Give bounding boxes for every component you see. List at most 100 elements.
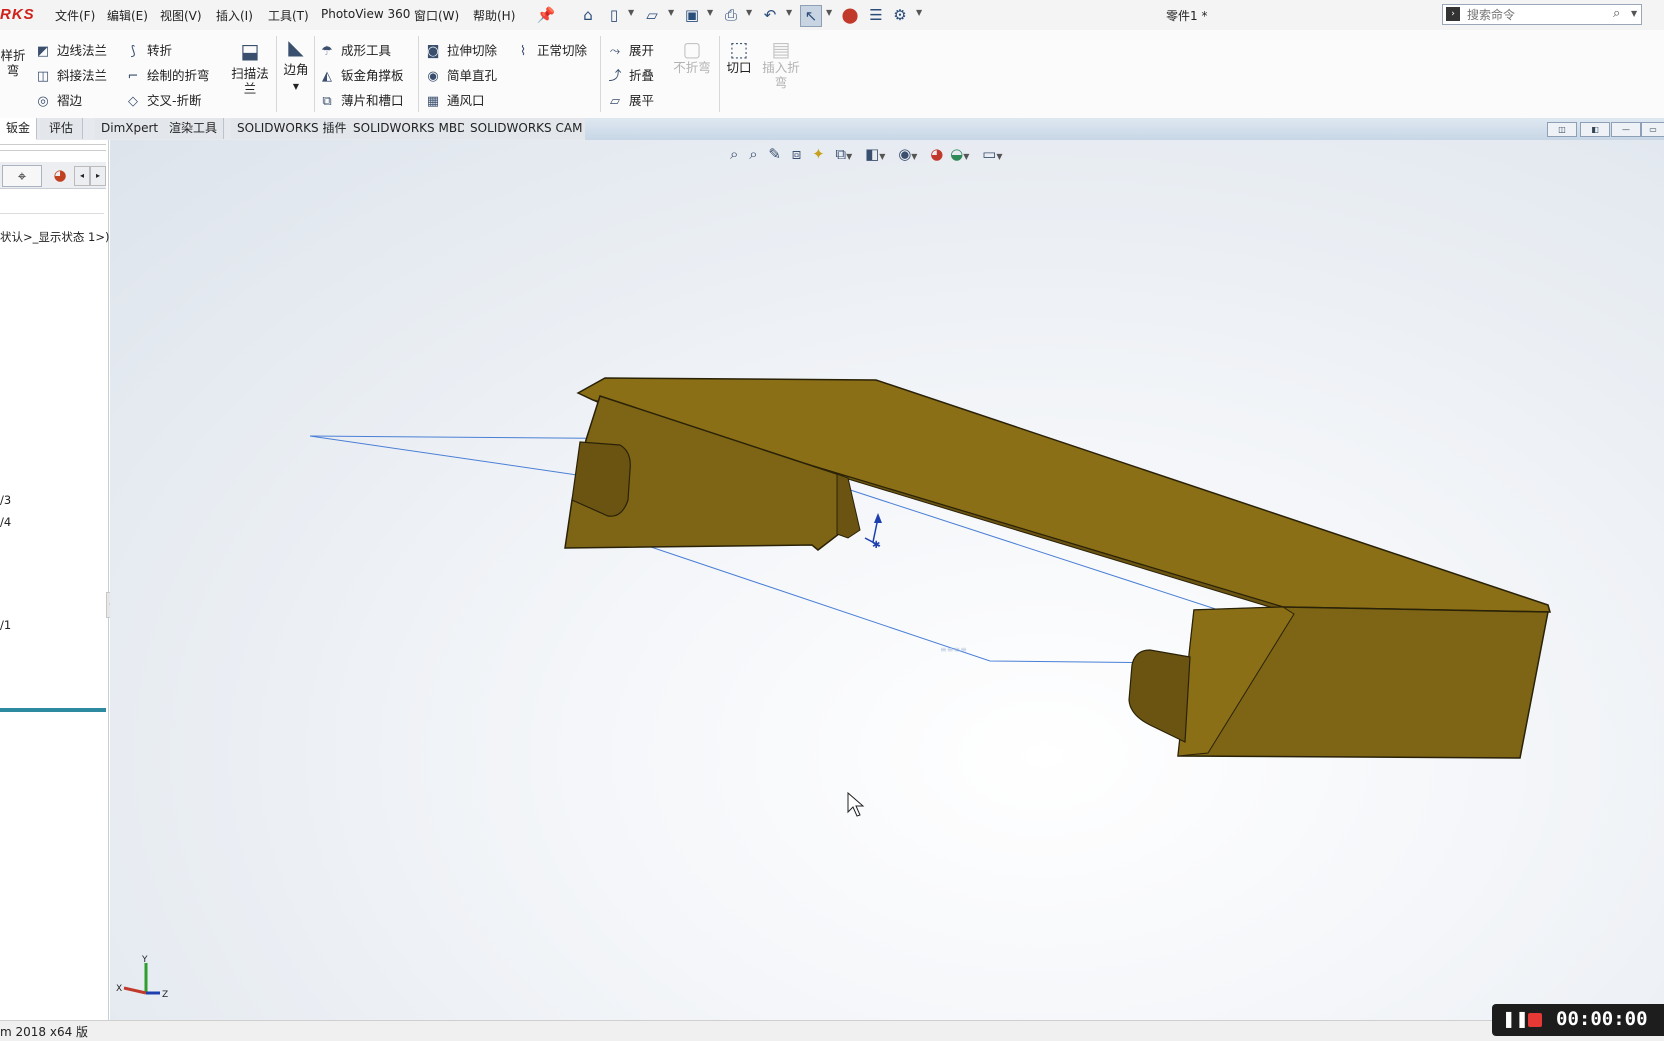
chevron-down-icon[interactable]: ▼ bbox=[1631, 9, 1637, 18]
stop-record-icon[interactable] bbox=[1528, 1013, 1542, 1027]
tab-solidworks-addins[interactable]: SOLIDWORKS 插件 bbox=[231, 118, 354, 139]
home-icon[interactable]: ⌂ bbox=[578, 5, 598, 25]
swept-flange-label-2: 兰 bbox=[243, 81, 257, 96]
ribbon-separator bbox=[600, 36, 601, 112]
triad-y-label: Y bbox=[141, 955, 148, 965]
graphics-area[interactable]: ⌕ ⌕ ✎ ⧈ ✦ ⧉▼ ◧▼ ◉▼ ◕ ◒▼ ▭▼ ✱ ≡≡≡≡ Y X Z bbox=[110, 140, 1664, 1020]
tab-solidworks-cam[interactable]: SOLIDWORKS CAM bbox=[464, 118, 590, 139]
no-bends-button[interactable]: ▢ 不折弯 bbox=[670, 39, 714, 75]
right-hem[interactable] bbox=[1128, 649, 1191, 743]
save-icon[interactable]: ▣ bbox=[682, 5, 702, 25]
cross-break-button[interactable]: ◇ 交叉-折断 bbox=[124, 90, 202, 111]
filter-bar[interactable] bbox=[0, 189, 104, 214]
lofted-bend-label-1: 样折 bbox=[0, 48, 26, 63]
pause-icon[interactable]: ❚❚ bbox=[1502, 1009, 1529, 1028]
hem-icon: ◎ bbox=[37, 93, 49, 109]
display-manager-tab-icon[interactable]: ◕ bbox=[46, 165, 74, 185]
plane-ghost-label: ≡≡≡≡ bbox=[940, 645, 967, 654]
tab-solidworks-mbd[interactable]: SOLIDWORKS MBD bbox=[347, 118, 474, 139]
simple-hole-button[interactable]: ◉ 简单直孔 bbox=[424, 65, 497, 86]
search-input[interactable] bbox=[1465, 6, 1609, 24]
sketched-bend-icon: ⌐ bbox=[127, 68, 139, 84]
miter-flange-button[interactable]: ◫ 斜接法兰 bbox=[34, 65, 107, 86]
file-properties-icon[interactable]: ☰ bbox=[866, 5, 886, 25]
sheet-metal-gusset-button[interactable]: ◭ 钣金角撑板 bbox=[318, 65, 404, 86]
tab-dimxpert[interactable]: DimXpert bbox=[95, 118, 166, 139]
tab-evaluate[interactable]: 评估 bbox=[40, 118, 83, 139]
tree-item-label[interactable]: /3 bbox=[0, 493, 11, 507]
menu-help[interactable]: 帮助(H) bbox=[473, 7, 515, 24]
ribbon-separator bbox=[276, 36, 277, 112]
rip-button[interactable]: ⬚ 切口 bbox=[722, 39, 756, 75]
insert-bends-button[interactable]: ▤ 插入折 弯 bbox=[758, 39, 804, 90]
flatten-button[interactable]: ▱ 展平 bbox=[606, 90, 654, 111]
dimxpert-manager-tab-icon[interactable]: ⌖ bbox=[2, 165, 42, 187]
menu-tools[interactable]: 工具(T) bbox=[268, 7, 309, 24]
chevron-down-icon[interactable]: ▼ bbox=[916, 8, 922, 17]
restore-icon[interactable]: ▭ bbox=[1641, 122, 1664, 137]
rollback-bar[interactable] bbox=[0, 708, 106, 712]
minimize-icon[interactable]: — bbox=[1611, 122, 1641, 137]
gusset-icon: ◭ bbox=[322, 68, 332, 84]
extruded-cut-button[interactable]: ◙ 拉伸切除 bbox=[424, 40, 497, 61]
cross-break-icon: ◇ bbox=[128, 93, 138, 109]
chevron-down-icon[interactable]: ▼ bbox=[293, 82, 299, 91]
edge-flange-label: 边线法兰 bbox=[57, 43, 108, 58]
menu-insert[interactable]: 插入(I) bbox=[216, 7, 253, 24]
forming-tool-icon: ☂ bbox=[321, 43, 333, 59]
new-document-icon[interactable]: ▯ bbox=[604, 5, 624, 25]
sketched-bend-button[interactable]: ⌐ 绘制的折弯 bbox=[124, 65, 210, 86]
chevron-down-icon[interactable]: ▼ bbox=[826, 8, 832, 17]
options-gear-icon[interactable]: ⚙ bbox=[890, 5, 910, 25]
chevron-down-icon[interactable]: ▼ bbox=[786, 8, 792, 17]
extruded-cut-label: 拉伸切除 bbox=[447, 43, 498, 58]
tile-horizontal-icon[interactable]: ◫ bbox=[1547, 122, 1577, 137]
chevron-down-icon[interactable]: ▼ bbox=[668, 8, 674, 17]
scroll-left-icon[interactable]: ◂ bbox=[74, 166, 90, 186]
pin-icon[interactable]: 📌 bbox=[536, 5, 556, 25]
lofted-bend-button[interactable]: 样折 弯 bbox=[0, 48, 26, 78]
tab-render-tools[interactable]: 渲染工具 bbox=[163, 118, 225, 139]
chevron-down-icon[interactable]: ▼ bbox=[707, 8, 713, 17]
select-arrow-icon[interactable]: ↖ bbox=[800, 5, 822, 27]
scroll-right-icon[interactable]: ▸ bbox=[90, 166, 106, 186]
corners-button[interactable]: ◣ 边角 ▼ bbox=[279, 37, 313, 94]
swept-flange-button[interactable]: ⬓ 扫描法 兰 bbox=[226, 39, 274, 96]
open-folder-icon[interactable]: ▱ bbox=[642, 5, 662, 25]
model-canvas[interactable]: ✱ ≡≡≡≡ bbox=[110, 140, 1664, 1020]
undo-icon[interactable]: ↶ bbox=[760, 5, 780, 25]
tab-sheet-metal[interactable]: 钣金 bbox=[0, 118, 38, 140]
search-commands-box[interactable]: › ⌕ ▼ bbox=[1442, 4, 1642, 25]
tree-item-label[interactable]: /4 bbox=[0, 515, 11, 529]
chevron-down-icon[interactable]: ▼ bbox=[746, 8, 752, 17]
fold-button[interactable]: ⤴ 折叠 bbox=[606, 65, 654, 86]
insert-bends-label-1: 插入折 bbox=[762, 60, 800, 75]
rebuild-traffic-light-icon[interactable]: ⬤ bbox=[840, 5, 860, 25]
miter-flange-icon: ◫ bbox=[36, 68, 50, 84]
rip-label: 切口 bbox=[726, 60, 752, 75]
tile-vertical-icon[interactable]: ◧ bbox=[1580, 122, 1610, 137]
tab-and-slot-icon: ⧉ bbox=[322, 93, 332, 109]
panel-divider bbox=[0, 150, 106, 151]
menu-window[interactable]: 窗口(W) bbox=[414, 7, 459, 24]
triad-x-label: X bbox=[116, 984, 122, 994]
edge-flange-button[interactable]: ◩ 边线法兰 bbox=[34, 40, 107, 61]
tree-item-label[interactable]: /1 bbox=[0, 618, 11, 632]
unfold-button[interactable]: ⤳ 展开 bbox=[606, 40, 654, 61]
menu-photoview[interactable]: PhotoView 360 bbox=[321, 7, 410, 21]
tab-and-slot-button[interactable]: ⧉ 薄片和槽口 bbox=[318, 90, 403, 111]
swept-flange-icon: ⬓ bbox=[240, 39, 260, 63]
menu-view[interactable]: 视图(V) bbox=[160, 7, 202, 24]
search-icon[interactable]: ⌕ bbox=[1613, 6, 1620, 21]
vent-button[interactable]: ▦ 通风口 bbox=[424, 90, 485, 111]
jog-button[interactable]: ⟆ 转折 bbox=[124, 40, 172, 61]
hem-button[interactable]: ◎ 褶边 bbox=[34, 90, 82, 111]
forming-tool-button[interactable]: ☂ 成形工具 bbox=[318, 40, 391, 61]
chevron-down-icon[interactable]: ▼ bbox=[628, 8, 634, 17]
normal-cut-button[interactable]: ⌇ 正常切除 bbox=[514, 40, 587, 61]
menu-edit[interactable]: 编辑(E) bbox=[107, 7, 148, 24]
menu-file[interactable]: 文件(F) bbox=[55, 7, 95, 24]
menu-bar: RKS 文件(F) 编辑(E) 视图(V) 插入(I) 工具(T) PhotoV… bbox=[0, 0, 1664, 31]
print-icon[interactable]: ⎙ bbox=[721, 5, 741, 25]
left-flange-tab[interactable] bbox=[836, 473, 861, 539]
